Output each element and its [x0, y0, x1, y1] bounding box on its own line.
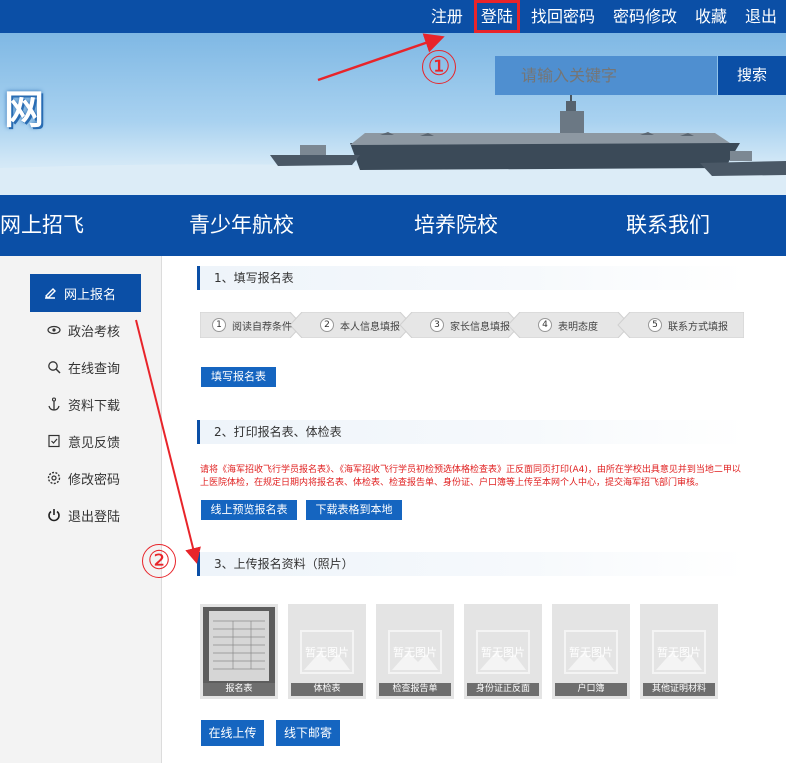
annotation-marker-1: ①: [422, 50, 456, 84]
no-image-text: 暂无图片: [481, 646, 525, 659]
sidebar-item-label: 资料下载: [68, 398, 121, 414]
change-password-link[interactable]: 密码修改: [604, 0, 686, 33]
page-root: 注册 登陆 找回密码 密码修改 收藏 退出 网 搜索 网上招飞 青少年航校: [0, 0, 786, 763]
photo-other-documents[interactable]: 暂无图片 其他证明材料: [640, 604, 718, 699]
no-image-text: 暂无图片: [393, 646, 437, 659]
sidebar-item-feedback[interactable]: 意见反馈: [30, 422, 141, 460]
step-2: 2 本人信息填报: [320, 312, 400, 338]
section-fill-form-title: 1、填写报名表: [197, 266, 747, 290]
section-upload-title: 3、上传报名资料（照片）: [197, 552, 747, 576]
step-3: 3 家长信息填报: [430, 312, 510, 338]
search-button[interactable]: 搜索: [718, 56, 786, 95]
anchor-icon: [46, 396, 62, 412]
photo-label: 检查报告单: [379, 683, 451, 696]
photo-household-register[interactable]: 暂无图片 户口簿: [552, 604, 630, 699]
sidebar-item-change-password[interactable]: 修改密码: [30, 459, 141, 497]
online-upload-button[interactable]: 在线上传: [201, 720, 264, 746]
eye-icon: [46, 322, 62, 338]
sidebar-item-label: 政治考核: [68, 324, 121, 340]
sidebar-item-online-query[interactable]: 在线查询: [30, 348, 141, 386]
feedback-icon: [46, 433, 62, 449]
sidebar-item-label: 在线查询: [68, 361, 121, 377]
main-nav: 网上招飞 青少年航校 培养院校 联系我们: [0, 195, 786, 256]
sidebar-item-label: 意见反馈: [68, 435, 121, 451]
photo-id-card[interactable]: 暂无图片 身份证正反面: [464, 604, 542, 699]
nav-training-academies[interactable]: 培养院校: [414, 195, 498, 256]
annotation-marker-2: ②: [142, 544, 176, 578]
registration-steps: 1 阅读自荐条件 2 本人信息填报 3 家长信息填报 4 表明态度 5 联系方式填报: [200, 312, 744, 338]
photo-label: 户口簿: [555, 683, 627, 696]
register-link[interactable]: 注册: [422, 0, 472, 33]
photo-label: 报名表: [203, 683, 275, 696]
nav-contact-us[interactable]: 联系我们: [626, 195, 710, 256]
sidebar-item-political-review[interactable]: 政治考核: [30, 311, 141, 349]
site-logo: 网: [4, 87, 44, 133]
photo-medical-form[interactable]: 暂无图片 体检表: [288, 604, 366, 699]
download-form-button[interactable]: 下载表格到本地: [306, 500, 402, 520]
step-5: 5 联系方式填报: [648, 312, 728, 338]
pen-icon: [42, 285, 58, 301]
no-image-text: 暂无图片: [305, 646, 349, 659]
top-links: 注册 登陆 找回密码 密码修改 收藏 退出: [422, 0, 786, 33]
preview-form-button[interactable]: 线上预览报名表: [201, 500, 297, 520]
print-notice: 请将《海军招收飞行学员报名表》、《海军招收飞行学员初检预选体格检查表》正反面同页…: [200, 465, 741, 488]
section-print-title: 2、打印报名表、体检表: [197, 420, 747, 444]
nav-online-recruit[interactable]: 网上招飞: [0, 195, 84, 256]
fill-form-button[interactable]: 填写报名表: [201, 367, 276, 387]
sidebar-item-label: 网上报名: [64, 287, 117, 303]
photo-label: 身份证正反面: [467, 683, 539, 696]
registration-form-thumbnail: [203, 607, 275, 683]
sidebar-item-label: 修改密码: [68, 472, 121, 488]
offline-mail-button[interactable]: 线下邮寄: [276, 720, 340, 746]
photo-exam-report[interactable]: 暂无图片 检查报告单: [376, 604, 454, 699]
step-4: 4 表明态度: [538, 312, 598, 338]
recover-password-link[interactable]: 找回密码: [522, 0, 604, 33]
sidebar-item-logout[interactable]: 退出登陆: [30, 496, 141, 534]
search-input[interactable]: [495, 56, 717, 95]
top-bar: 注册 登陆 找回密码 密码修改 收藏 退出: [0, 0, 786, 33]
step-1: 1 阅读自荐条件: [212, 312, 292, 338]
sidebar-item-online-registration[interactable]: 网上报名: [30, 274, 141, 312]
nav-youth-flight-school[interactable]: 青少年航校: [189, 195, 294, 256]
sidebar-item-downloads[interactable]: 资料下载: [30, 385, 141, 423]
sidebar-item-label: 退出登陆: [68, 509, 121, 525]
photo-label: 其他证明材料: [643, 683, 715, 696]
logout-link[interactable]: 退出: [736, 0, 786, 33]
no-image-text: 暂无图片: [657, 646, 701, 659]
gear-icon: [46, 470, 62, 486]
login-link[interactable]: 登陆: [473, 0, 520, 33]
photo-label: 体检表: [291, 683, 363, 696]
favorite-link[interactable]: 收藏: [686, 0, 736, 33]
banner: 网 搜索: [0, 33, 786, 195]
power-icon: [46, 507, 62, 523]
search-icon: [46, 359, 62, 375]
photo-registration-form[interactable]: 报名表: [200, 604, 278, 699]
no-image-text: 暂无图片: [569, 646, 613, 659]
sidebar: 网上报名 政治考核 在线查询 资料下载 意见反馈 修改密码 退出登陆: [0, 256, 162, 763]
